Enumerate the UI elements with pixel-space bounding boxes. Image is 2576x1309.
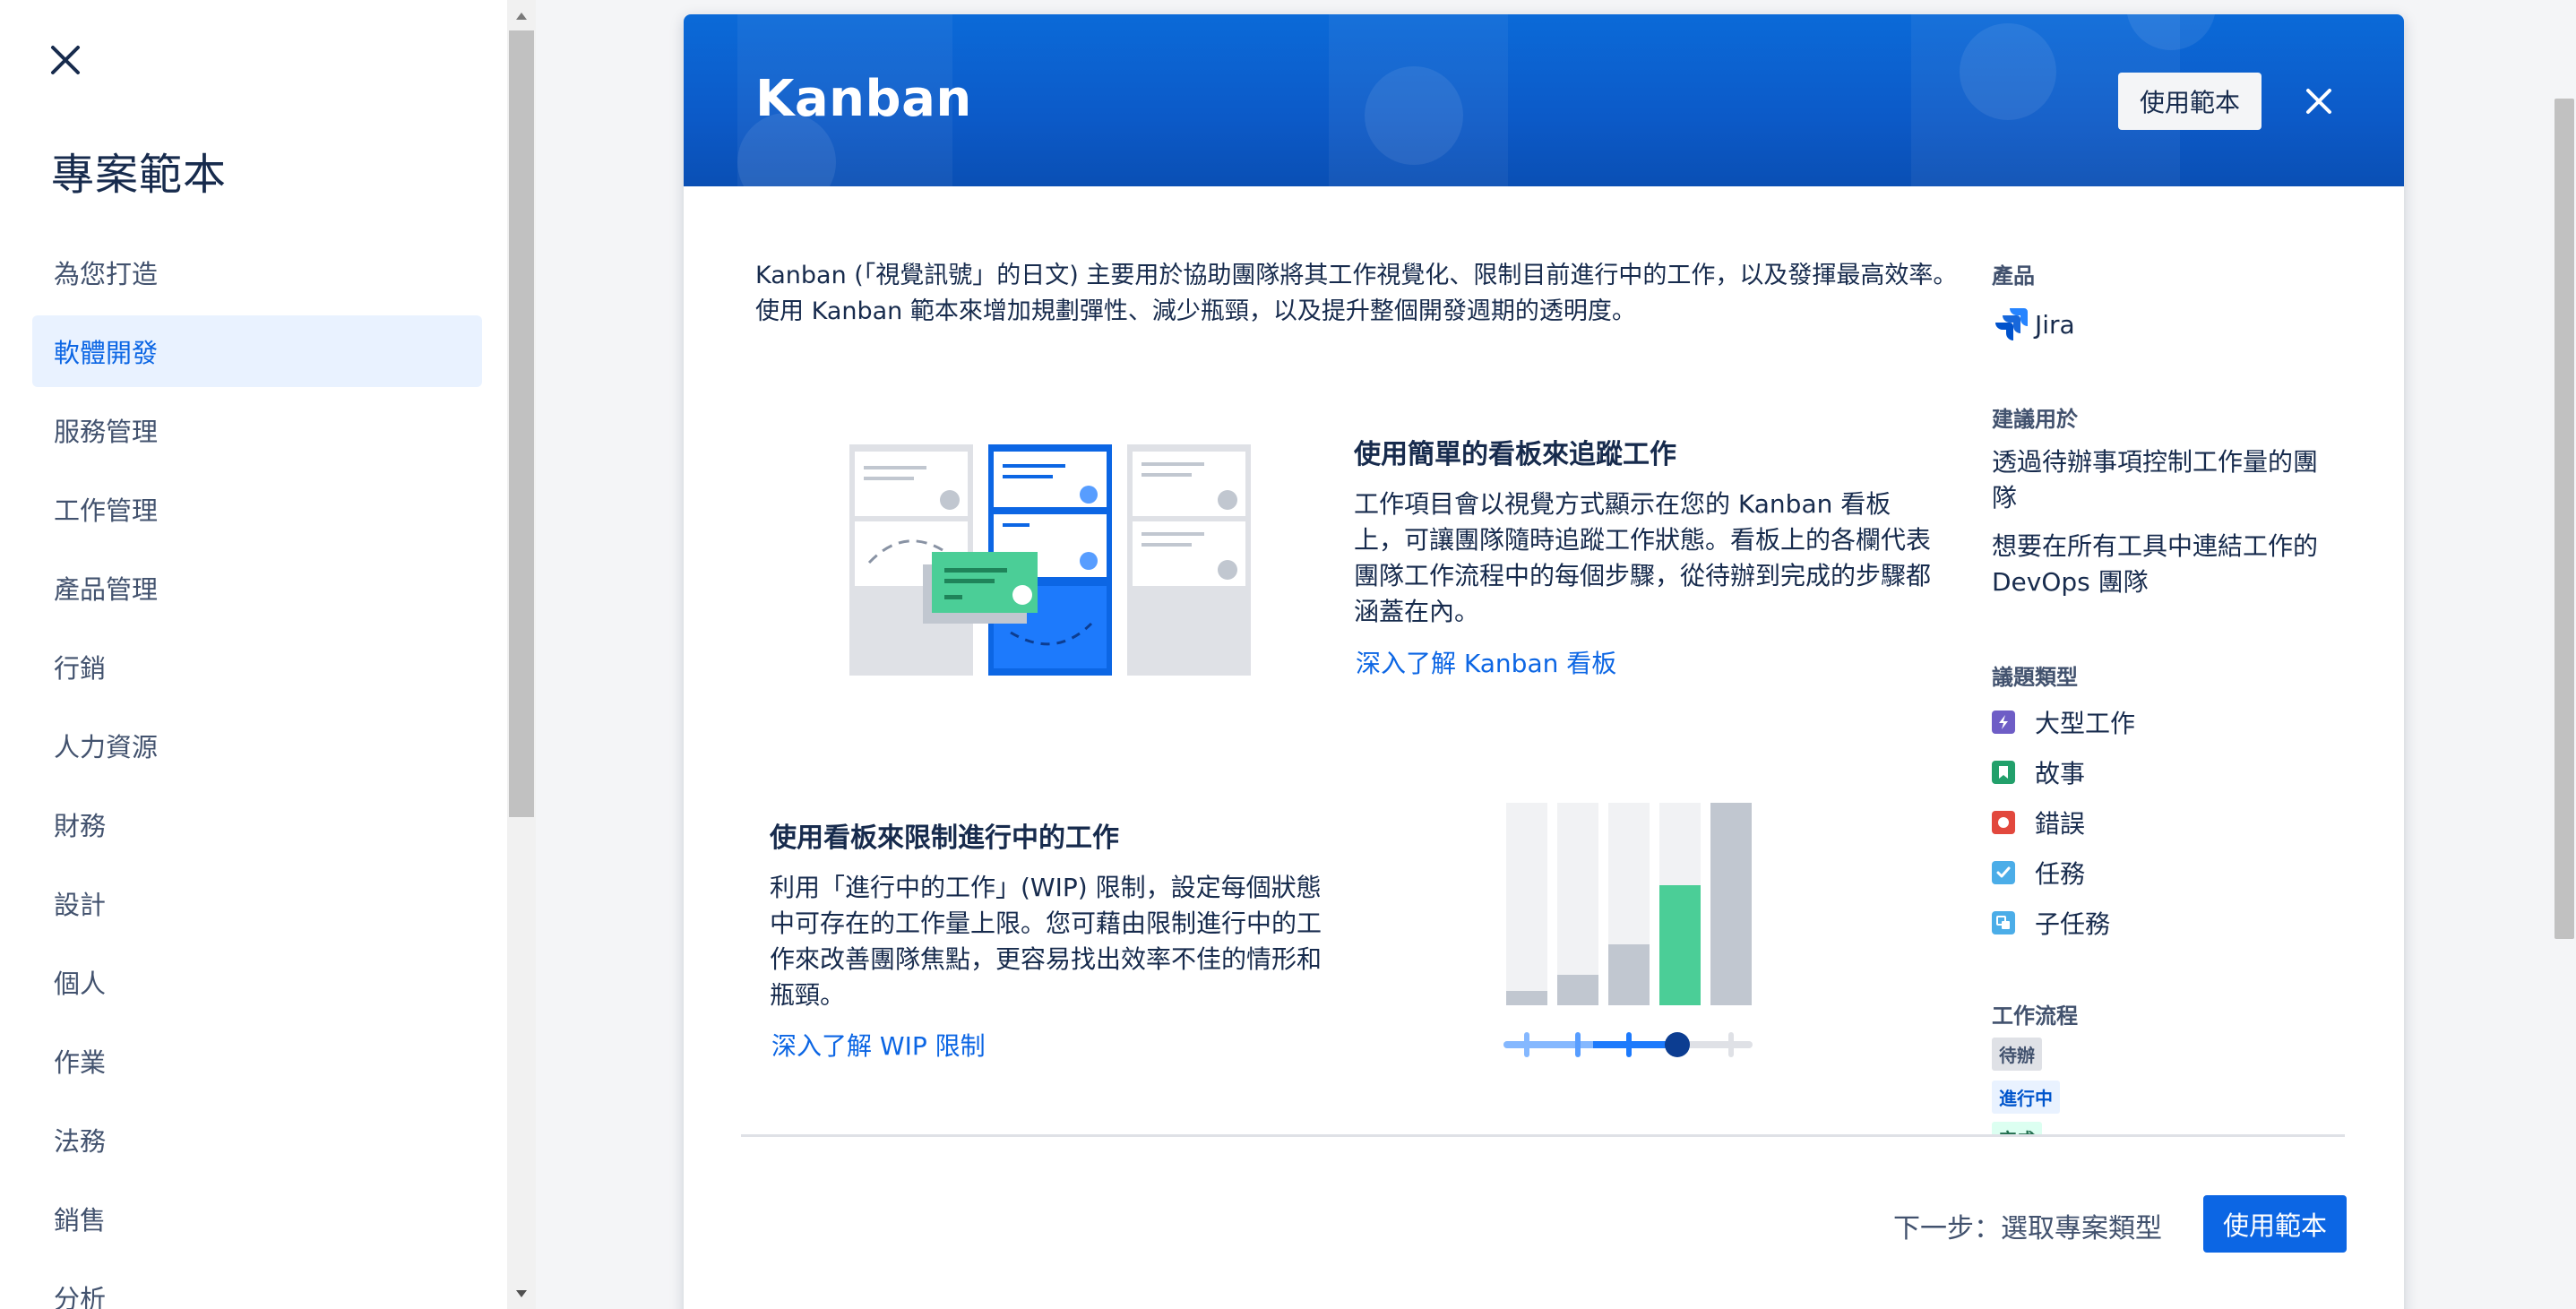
sidebar-item-analytics[interactable]: 分析	[32, 1262, 482, 1309]
template-detail-modal: Kanban 使用範本 Kanban (「視覺訊號」的日文) 主要用於協助團隊將…	[684, 14, 2404, 1309]
sidebar-scrollbar-thumb[interactable]	[509, 30, 534, 817]
workflow-label: 工作流程	[1992, 1003, 2078, 1029]
bug-icon	[1992, 811, 2015, 834]
issue-types-label: 議題類型	[1992, 665, 2078, 690]
kanban-board-illustration	[849, 444, 1251, 676]
sidebar-item-finance[interactable]: 財務	[32, 788, 482, 860]
recommended-item: 透過待辦事項控制工作量的團隊	[1992, 447, 2319, 512]
sidebar-title: 專案範本	[51, 150, 228, 200]
sidebar-item-sales[interactable]: 銷售	[32, 1183, 482, 1254]
sidebar-scrollbar[interactable]	[507, 0, 536, 1309]
template-description: Kanban (「視覺訊號」的日文) 主要用於協助團隊將其工作視覺化、限制目前進…	[755, 262, 1958, 325]
sidebar-item-service-management[interactable]: 服務管理	[32, 394, 482, 466]
workflow-status-clip: 完成	[1992, 1122, 2099, 1134]
issue-type-bug: 錯誤	[1992, 805, 2085, 840]
section-title: 使用看板來限制進行中的工作	[770, 822, 1119, 854]
sidebar-item-legal[interactable]: 法務	[32, 1104, 482, 1176]
issue-type-epic: 大型工作	[1992, 704, 2135, 740]
subtask-icon	[1992, 911, 2015, 934]
workflow-status-todo: 待辦	[1992, 1038, 2042, 1071]
jira-logo-icon	[1992, 306, 2028, 342]
wip-limit-illustration	[1503, 803, 1753, 1057]
sidebar-item-built-for-you[interactable]: 為您打造	[32, 237, 482, 308]
epic-icon	[1992, 710, 2015, 734]
use-template-primary-button[interactable]: 使用範本	[2203, 1195, 2347, 1253]
task-icon	[1992, 861, 2015, 884]
recommended-label: 建議用於	[1992, 407, 2078, 432]
sidebar-item-human-resources[interactable]: 人力資源	[32, 710, 482, 781]
workflow-status-in-progress: 進行中	[1992, 1081, 2060, 1114]
next-step-label: 下一步：選取專案類型	[1893, 1213, 2162, 1244]
close-icon[interactable]	[2296, 79, 2341, 124]
learn-wip-limit-link[interactable]: 深入了解 WIP 限制	[771, 1027, 986, 1063]
sidebar-item-personal[interactable]: 個人	[32, 946, 482, 1018]
story-icon	[1992, 761, 2015, 784]
modal-header: Kanban 使用範本	[684, 14, 2404, 186]
header-decoration	[1960, 23, 2056, 120]
section-title: 使用簡單的看板來追蹤工作	[1354, 439, 1676, 470]
page-scrollbar[interactable]	[2553, 0, 2576, 1309]
sidebar-item-design[interactable]: 設計	[32, 867, 482, 939]
product-name: Jira	[2035, 309, 2075, 340]
issue-type-task: 任務	[1992, 855, 2085, 891]
issue-type-label: 任務	[2035, 859, 2086, 889]
sidebar-item-marketing[interactable]: 行銷	[32, 631, 482, 702]
section-description: 工作項目會以視覺方式顯示在您的 Kanban 看板上，可讓團隊隨時追蹤工作狀態。…	[1354, 489, 1932, 626]
issue-type-label: 子任務	[2035, 909, 2111, 939]
issue-type-label: 故事	[2035, 759, 2086, 788]
product-label: 產品	[1992, 263, 2035, 288]
section-description: 利用「進行中的工作」(WIP) 限制，設定每個狀態中可存在的工作量上限。您可藉由…	[770, 873, 1322, 1010]
issue-type-label: 大型工作	[2035, 709, 2136, 738]
sidebar-item-software-development[interactable]: 軟體開發	[32, 315, 482, 387]
workflow-status-done: 完成	[1992, 1122, 2042, 1134]
issue-type-label: 錯誤	[2035, 809, 2086, 839]
issue-type-subtask: 子任務	[1992, 905, 2110, 941]
category-list: 為您打造 軟體開發 服務管理 工作管理 產品管理 行銷 人力資源 財務 設計 個…	[32, 237, 482, 1309]
learn-kanban-board-link[interactable]: 深入了解 Kanban 看板	[1356, 644, 1616, 680]
recommended-item: 想要在所有工具中連結工作的 DevOps 團隊	[1992, 531, 2319, 597]
sidebar-item-product-management[interactable]: 產品管理	[32, 552, 482, 624]
sidebar-item-work-management[interactable]: 工作管理	[32, 473, 482, 545]
sidebar-item-operations[interactable]: 作業	[32, 1025, 482, 1097]
product-row: Jira	[1992, 306, 2075, 342]
issue-type-story: 故事	[1992, 754, 2085, 790]
footer-divider	[741, 1134, 2345, 1137]
page-scrollbar-thumb[interactable]	[2554, 99, 2574, 939]
modal-title: Kanban	[755, 70, 972, 128]
scroll-down-arrow-icon[interactable]	[507, 1279, 536, 1308]
header-decoration	[1365, 66, 1463, 165]
close-icon[interactable]	[43, 38, 88, 82]
template-category-sidebar: 專案範本 為您打造 軟體開發 服務管理 工作管理 產品管理 行銷 人力資源 財務…	[0, 0, 507, 1309]
scroll-up-arrow-icon[interactable]	[507, 2, 536, 30]
use-template-button[interactable]: 使用範本	[2118, 73, 2262, 130]
